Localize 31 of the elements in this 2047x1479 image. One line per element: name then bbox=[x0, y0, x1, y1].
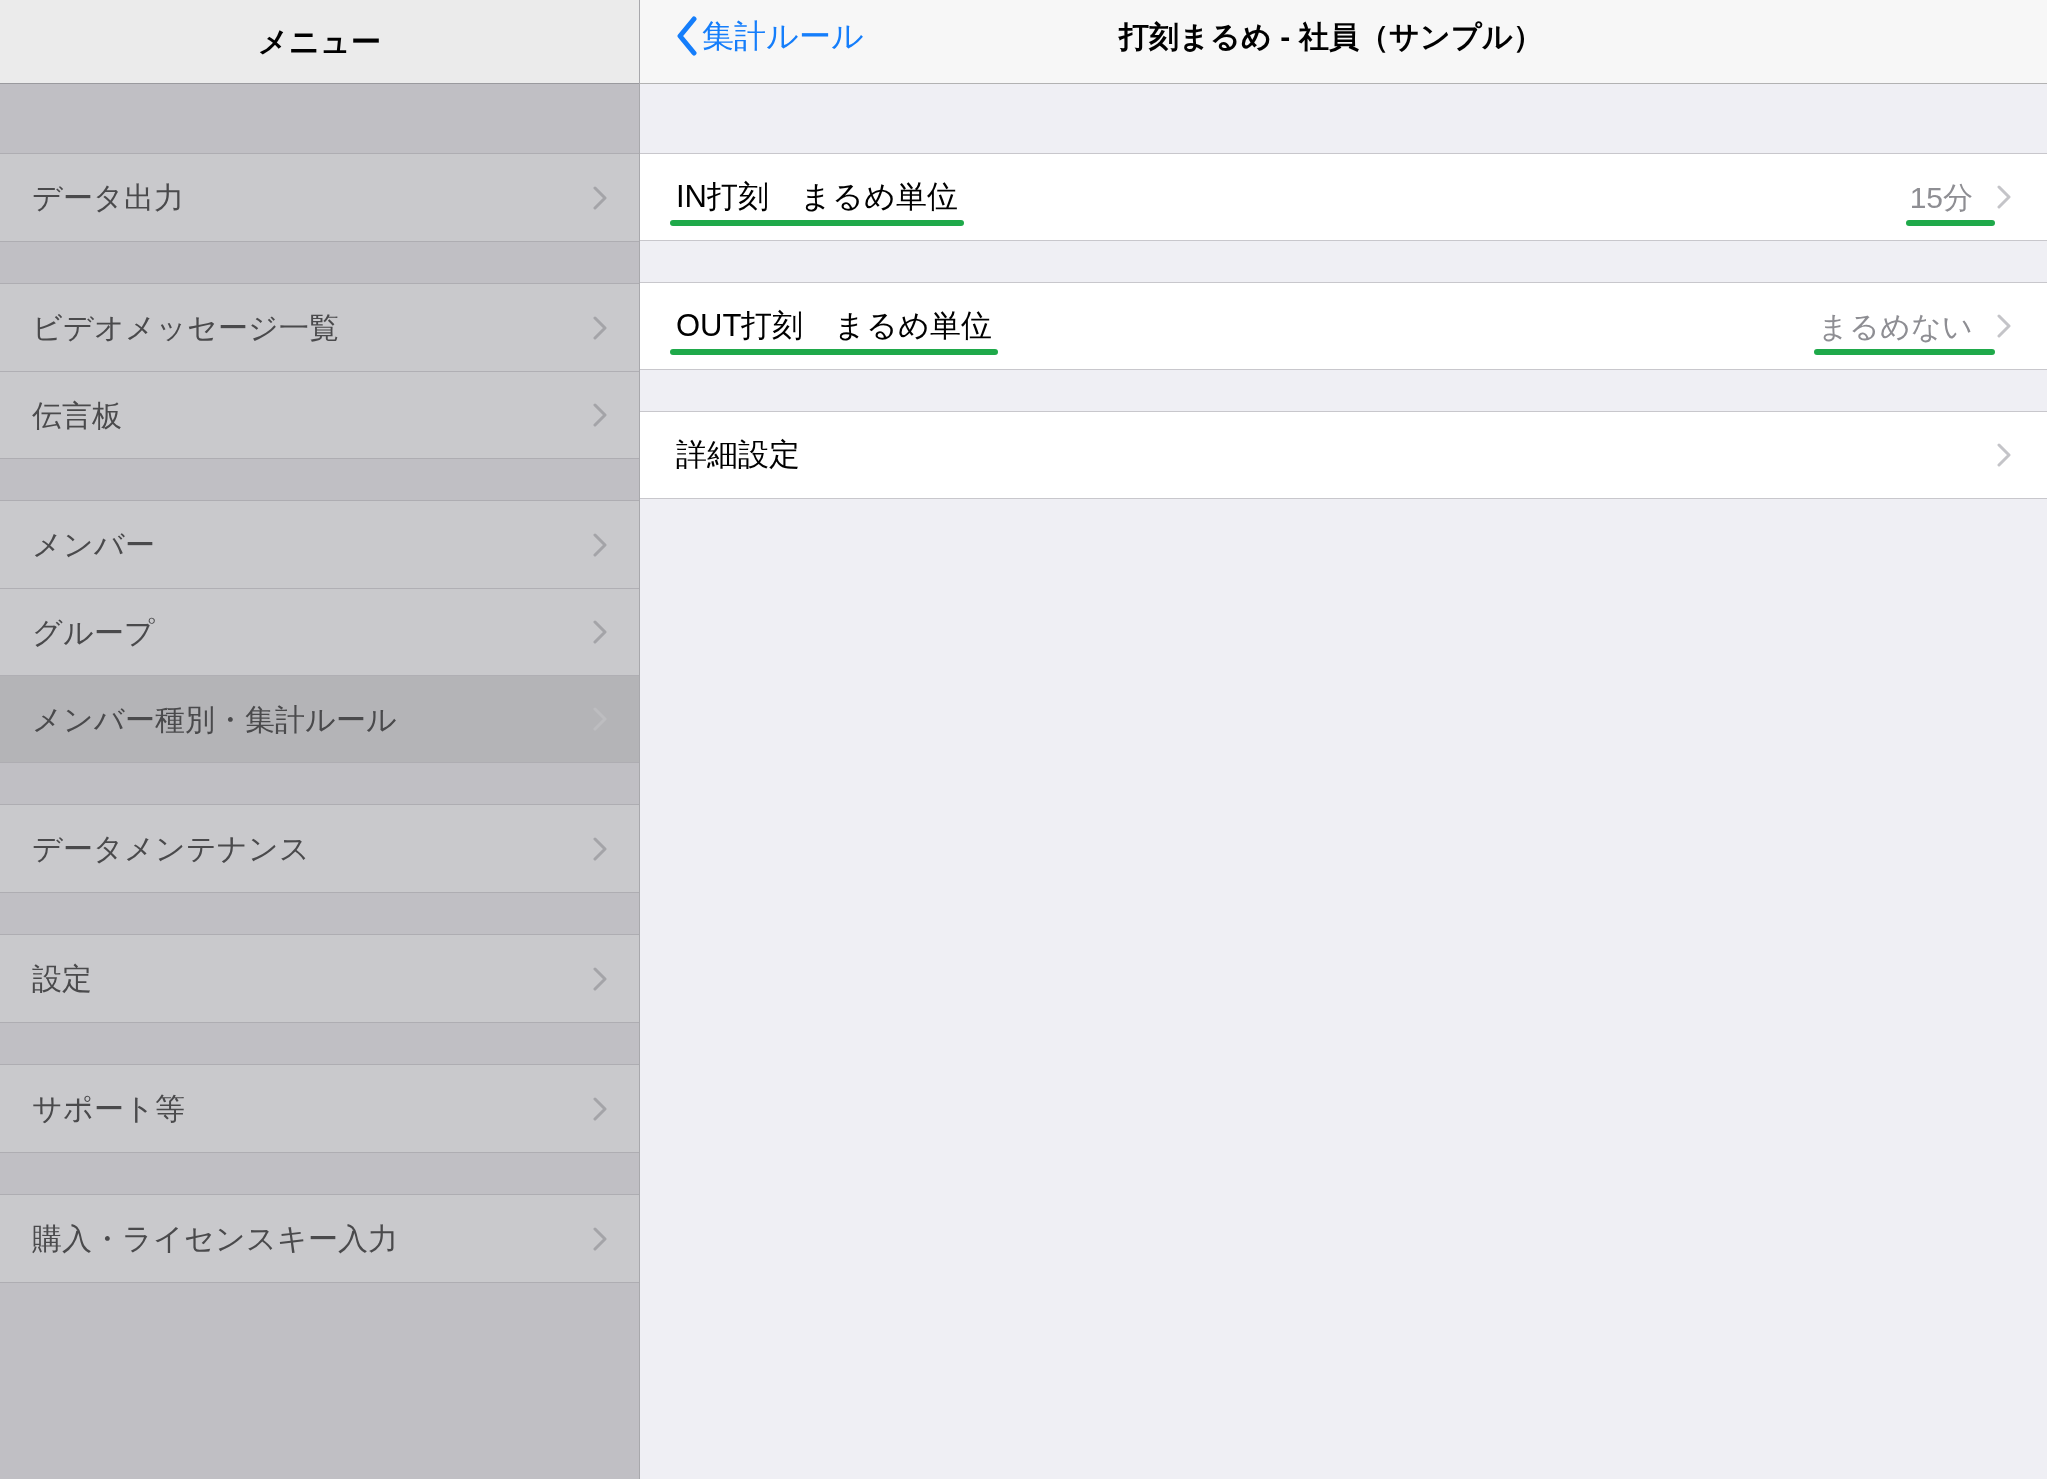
page-title: 打刻まるめ - 社員（サンプル） bbox=[1119, 19, 1543, 55]
chevron-icon bbox=[593, 532, 607, 557]
menu-item[interactable]: 伝言板 bbox=[0, 371, 639, 458]
setting-label: OUT打刻 まるめ単位 bbox=[670, 302, 999, 350]
chevron-icon bbox=[593, 1096, 607, 1121]
chevron-icon bbox=[593, 403, 607, 427]
chevron-icon bbox=[1997, 185, 2011, 209]
setting-value: 15分 bbox=[1905, 174, 1977, 220]
chevron-icon bbox=[593, 620, 607, 644]
chevron-icon bbox=[593, 185, 607, 210]
setting-label: IN打刻 まるめ単位 bbox=[670, 173, 964, 221]
menu-item[interactable]: データメンテナンス bbox=[0, 805, 639, 892]
chevron-icon bbox=[593, 966, 607, 991]
menu-item[interactable]: 設定 bbox=[0, 935, 639, 1022]
setting-label: 詳細設定 bbox=[675, 435, 801, 474]
menu-item[interactable]: ビデオメッセージ一覧 bbox=[0, 284, 639, 371]
chevron-icon bbox=[593, 1226, 607, 1251]
back-chevron-icon bbox=[676, 16, 698, 56]
chevron-icon bbox=[1997, 443, 2011, 467]
menu-item[interactable]: メンバー種別・集計ルール bbox=[0, 675, 639, 762]
setting-value: まるめない bbox=[1814, 303, 1977, 349]
menu-item[interactable]: データ出力 bbox=[0, 154, 639, 241]
menu-item[interactable]: グループ bbox=[0, 588, 639, 675]
menu-item[interactable]: 購入・ライセンスキー入力 bbox=[0, 1195, 639, 1282]
menu-item[interactable]: メンバー bbox=[0, 501, 639, 588]
chevron-icon bbox=[593, 836, 607, 861]
chevron-icon bbox=[1997, 314, 2011, 338]
menu-item[interactable]: サポート等 bbox=[0, 1065, 639, 1152]
back-button[interactable]: 集計ルール bbox=[676, 12, 864, 60]
chevron-icon bbox=[593, 315, 607, 340]
menu-title: メニュー bbox=[258, 24, 381, 60]
